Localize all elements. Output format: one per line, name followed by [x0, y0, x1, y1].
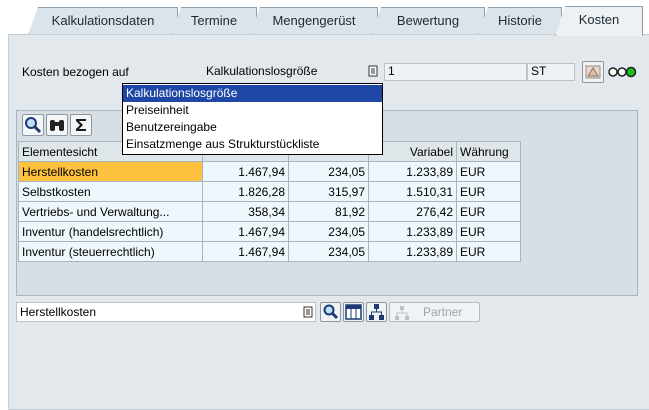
table-row[interactable]: Herstellkosten 1.467,94 234,05 1.233,89 …	[18, 161, 521, 182]
row-value: 234,05	[288, 161, 369, 182]
table-row[interactable]: Selbstkosten 1.826,28 315,97 1.510,31 EU…	[18, 181, 521, 202]
partner-button-label: Partner	[423, 305, 463, 319]
row-name[interactable]: Inventur (handelsrechtlich)	[18, 221, 203, 242]
tab-historie[interactable]: Historie	[478, 7, 562, 35]
row-variable: 276,42	[368, 201, 457, 222]
tab-strip: Kalkulationsdaten Termine Mengengerüst B…	[0, 0, 649, 36]
table-row[interactable]: Inventur (handelsrechtlich) 1.467,94 234…	[18, 221, 521, 242]
tab-mengengeruest[interactable]: Mengengerüst	[250, 7, 378, 35]
row-name[interactable]: Selbstkosten	[18, 181, 203, 202]
row-value: 234,05	[288, 241, 369, 262]
cost-table: Elementesicht Variabel Währung Herstellk…	[18, 141, 521, 262]
costs-basis-select[interactable]: Kalkulationslosgröße	[203, 63, 383, 81]
row-value: 1.826,28	[202, 181, 289, 202]
magnifier-icon	[25, 117, 42, 134]
tab-termine[interactable]: Termine	[171, 7, 257, 35]
table-row[interactable]: Vertriebs- und Verwaltung... 358,34 81,9…	[18, 201, 521, 222]
display-button[interactable]	[320, 302, 341, 322]
dropdown-option-kalkulationslosgroesse[interactable]: Kalkulationslosgröße	[123, 85, 382, 102]
row-value: 234,05	[288, 221, 369, 242]
costs-basis-value: Kalkulationslosgröße	[206, 64, 318, 78]
row-variable: 1.233,89	[368, 221, 457, 242]
row-currency: EUR	[456, 161, 521, 182]
row-currency: EUR	[456, 181, 521, 202]
costs-basis-dropdown: Kalkulationslosgröße Preiseinheit Benutz…	[122, 83, 383, 155]
row-currency: EUR	[456, 221, 521, 242]
dropdown-option-einsatzmenge[interactable]: Einsatzmenge aus Strukturstückliste	[123, 136, 382, 153]
row-name[interactable]: Herstellkosten	[18, 161, 203, 182]
partner-button[interactable]: Partner	[389, 302, 480, 322]
sum-button[interactable]	[70, 114, 92, 136]
unit-field: ST	[527, 63, 575, 81]
hierarchy-button[interactable]	[366, 302, 387, 322]
row-value: 315,97	[288, 181, 369, 202]
partner-hierarchy-icon	[395, 306, 409, 320]
row-value: 1.467,94	[202, 161, 289, 182]
dropdown-option-preiseinheit[interactable]: Preiseinheit	[123, 102, 382, 119]
column-header[interactable]: Währung	[456, 141, 521, 162]
binoculars-icon	[50, 120, 64, 131]
unit-value: ST	[531, 64, 547, 78]
dropdown-option-benutzereingabe[interactable]: Benutzereingabe	[123, 119, 382, 136]
dropdown-list-icon[interactable]	[367, 64, 379, 78]
hierarchy-icon	[369, 304, 384, 320]
row-name[interactable]: Vertriebs- und Verwaltung...	[18, 201, 203, 222]
dropdown-list-icon[interactable]	[302, 306, 314, 320]
element-select[interactable]: Herstellkosten	[16, 302, 316, 322]
tab-kosten[interactable]: Kosten	[555, 6, 643, 36]
details-button[interactable]	[22, 114, 44, 136]
row-value: 1.467,94	[202, 221, 289, 242]
row-variable: 1.233,89	[368, 241, 457, 262]
row-value: 1.467,94	[202, 241, 289, 262]
quantity-value: 1	[388, 64, 395, 78]
element-select-value: Herstellkosten	[20, 305, 97, 319]
quantity-field[interactable]: 1	[384, 63, 527, 81]
calculator-icon	[585, 65, 601, 79]
row-value: 81,92	[288, 201, 369, 222]
table-grid-icon	[345, 304, 362, 320]
traffic-light-icon	[608, 66, 642, 78]
calculation-button[interactable]	[582, 61, 604, 83]
row-currency: EUR	[456, 241, 521, 262]
table-row[interactable]: Inventur (steuerrechtlich) 1.467,94 234,…	[18, 241, 521, 262]
tab-bewertung[interactable]: Bewertung	[371, 7, 485, 35]
row-variable: 1.233,89	[368, 161, 457, 182]
row-variable: 1.510,31	[368, 181, 457, 202]
tab-kalkulationsdaten[interactable]: Kalkulationsdaten	[28, 7, 178, 35]
find-button[interactable]	[46, 114, 68, 136]
magnifier-icon	[323, 304, 339, 320]
table-view-button[interactable]	[343, 302, 364, 322]
sigma-icon	[76, 119, 86, 131]
costs-basis-label: Kosten bezogen auf	[22, 65, 129, 79]
row-name[interactable]: Inventur (steuerrechtlich)	[18, 241, 203, 262]
row-value: 358,34	[202, 201, 289, 222]
row-currency: EUR	[456, 201, 521, 222]
